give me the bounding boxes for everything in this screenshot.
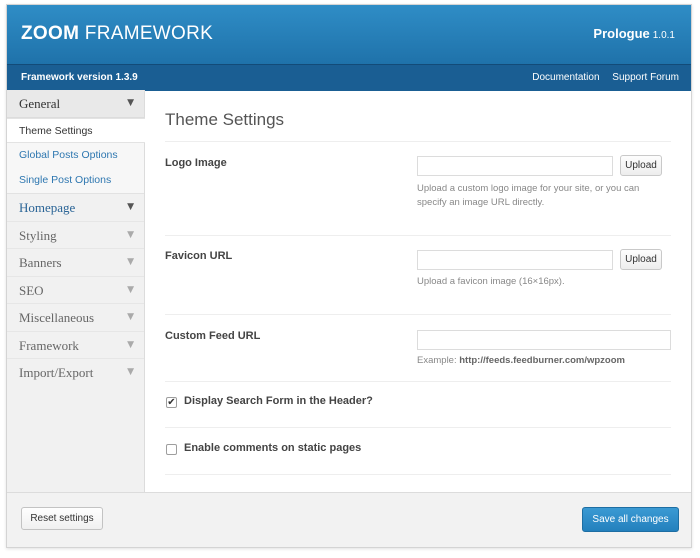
chevron-down-icon: ▼: [127, 202, 134, 212]
sidebar-subitem-global-posts-options[interactable]: Global Posts Options: [7, 143, 144, 168]
sidebar-item-label: General: [19, 96, 61, 111]
chevron-down-icon: ▼: [127, 312, 134, 322]
custom-feed-url-label: Custom Feed URL: [165, 330, 261, 342]
support-forum-link[interactable]: Support Forum: [612, 72, 679, 83]
custom-feed-url-help: Example: http://feeds.feedburner.com/wpz…: [417, 355, 625, 366]
footer-bar: Reset settings Save all changes: [7, 492, 691, 547]
sidebar-item-styling[interactable]: Styling ▼: [7, 222, 144, 249]
example-feed-url: http://feeds.feedburner.com/wpzoom: [459, 355, 625, 366]
logo-image-label: Logo Image: [165, 157, 227, 169]
theme-name: Prologue 1.0.1: [593, 26, 675, 41]
divider: [165, 235, 671, 236]
sidebar-subitem-single-post-options[interactable]: Single Post Options: [7, 168, 144, 193]
chevron-down-icon: ▼: [127, 257, 134, 267]
sidebar-submenu: Theme Settings Global Posts Options Sing…: [7, 118, 145, 194]
sidebar-item-label: Miscellaneous: [19, 310, 95, 325]
framework-logo: ZOOM FRAMEWORK: [21, 23, 214, 44]
favicon-url-help: Upload a favicon image (16×16px).: [417, 276, 565, 287]
logo-upload-button[interactable]: Upload: [620, 155, 662, 176]
sidebar-subitem-theme-settings[interactable]: Theme Settings: [7, 118, 145, 143]
divider: [165, 381, 671, 382]
static-comments-label: Enable comments on static pages: [184, 442, 362, 454]
reset-settings-button[interactable]: Reset settings: [21, 507, 103, 530]
favicon-upload-button[interactable]: Upload: [620, 249, 662, 270]
divider: [165, 427, 671, 428]
favicon-url-input[interactable]: [417, 250, 613, 270]
settings-content: Theme Settings Logo Image Upload Upload …: [145, 90, 691, 492]
chevron-down-icon: ▼: [127, 229, 134, 240]
page-title: Theme Settings: [165, 110, 285, 129]
logo-image-help: Upload a custom logo image for your site…: [417, 183, 640, 208]
search-form-checkbox[interactable]: ✔: [166, 397, 177, 408]
sidebar-item-label: Homepage: [19, 200, 76, 215]
divider: [165, 474, 671, 475]
sidebar-item-general[interactable]: General ▼: [7, 90, 144, 118]
sidebar-item-label: Framework: [19, 337, 79, 353]
search-form-label: Display Search Form in the Header?: [184, 395, 373, 407]
sidebar: General ▼ Theme Settings Global Posts Op…: [7, 90, 145, 492]
sidebar-item-import-export[interactable]: Import/Export ▼: [7, 359, 144, 387]
sidebar-item-homepage[interactable]: Homepage ▼: [7, 194, 144, 222]
sidebar-item-label: Styling: [19, 227, 57, 243]
chevron-down-icon: ▼: [127, 98, 134, 108]
divider: [165, 141, 671, 142]
static-comments-checkbox[interactable]: [166, 444, 177, 455]
logo-image-input[interactable]: [417, 156, 613, 176]
sidebar-item-label: SEO: [19, 282, 44, 298]
chevron-down-icon: ▼: [127, 339, 134, 350]
sidebar-item-miscellaneous[interactable]: Miscellaneous ▼: [7, 304, 144, 332]
divider: [165, 314, 671, 315]
sidebar-item-banners[interactable]: Banners ▼: [7, 249, 144, 277]
favicon-url-label: Favicon URL: [165, 250, 233, 262]
sidebar-item-label: Banners: [19, 255, 62, 270]
chevron-down-icon: ▼: [127, 284, 134, 295]
header-bar: ZOOM FRAMEWORK Prologue 1.0.1: [7, 5, 691, 64]
framework-version: Framework version 1.3.9: [21, 72, 138, 83]
chevron-down-icon: ▼: [127, 367, 134, 377]
sub-header-bar: Framework version 1.3.9 Documentation Su…: [7, 64, 691, 91]
documentation-link[interactable]: Documentation: [532, 72, 599, 83]
sidebar-item-seo[interactable]: SEO ▼: [7, 277, 144, 304]
sidebar-item-label: Import/Export: [19, 365, 94, 380]
theme-version: 1.0.1: [652, 30, 675, 41]
save-all-changes-button[interactable]: Save all changes: [582, 507, 679, 532]
sidebar-item-framework[interactable]: Framework ▼: [7, 332, 144, 359]
options-panel: ZOOM FRAMEWORK Prologue 1.0.1 Framework v…: [6, 4, 692, 548]
custom-feed-url-input[interactable]: [417, 330, 671, 350]
